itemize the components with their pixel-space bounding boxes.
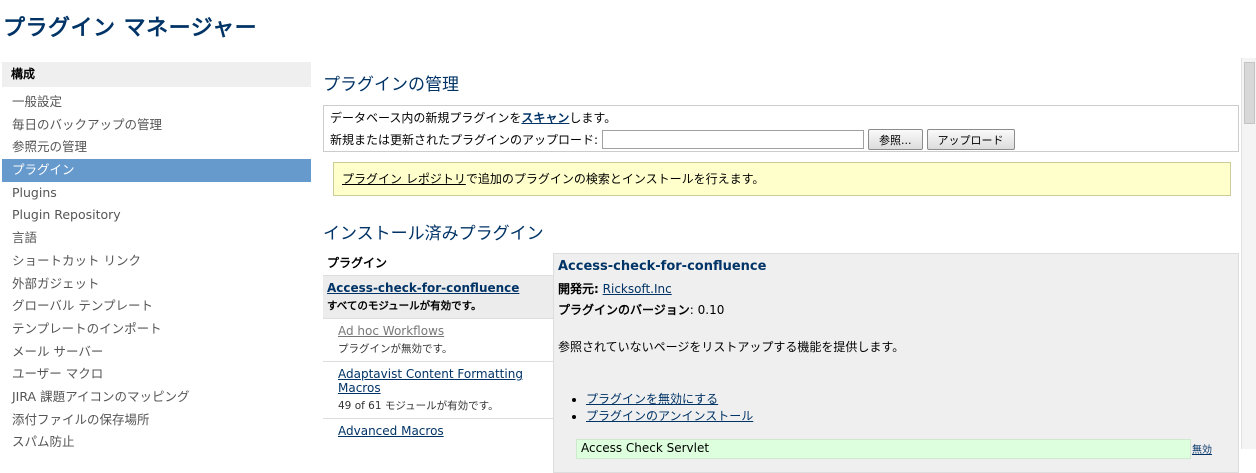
repository-notice-text: で追加のプラグインの検索とインストールを行えます。 <box>465 172 765 186</box>
sidebar-item-jira-icon-mapping[interactable]: JIRA 課題アイコンのマッピング <box>2 386 311 409</box>
disable-plugin-link[interactable]: プラグインを無効にする <box>586 392 718 406</box>
plugin-detail-panel: Access-check-for-confluence 開発元: Ricksof… <box>553 253 1239 473</box>
sidebar-item-plugins-jp[interactable]: プラグイン <box>2 159 311 182</box>
module-row: Access Check Servlet 無効 <box>576 439 1212 459</box>
sidebar-item-shortcut-links[interactable]: ショートカット リンク <box>2 250 311 273</box>
upload-label: 新規または更新されたプラグインのアップロード: <box>330 133 599 147</box>
detail-description: 参照されていないページをリストアップする機能を提供します。 <box>558 340 905 354</box>
uninstall-plugin-link[interactable]: プラグインのアンインストール <box>586 409 753 423</box>
upload-file-input[interactable] <box>602 130 865 149</box>
plugin-status: プラグインが無効です。 <box>338 343 453 355</box>
repository-notice: プラグイン レポジトリで追加のプラグインの検索とインストールを行えます。 <box>333 162 1231 196</box>
page-title: プラグイン マネージャー <box>3 16 258 41</box>
detail-version-row: プラグインのバージョン: 0.10 <box>558 301 1234 318</box>
detail-vendor-row: 開発元: Ricksoft.Inc <box>558 280 1234 297</box>
plugin-name-link[interactable]: Adaptavist Content Formatting Macros <box>338 367 523 395</box>
sidebar-list: 一般設定 毎日のバックアップの管理 参照元の管理 プラグイン Plugins P… <box>2 91 311 454</box>
browse-button[interactable]: 参照... <box>868 129 923 150</box>
version-label: プラグインのバージョン <box>558 303 690 317</box>
sidebar-item-attachment-storage[interactable]: 添付ファイルの保存場所 <box>2 409 311 432</box>
sidebar-item-plugins[interactable]: Plugins <box>2 182 311 205</box>
vendor-label: 開発元: <box>558 282 599 296</box>
manage-plugins-title: プラグインの管理 <box>323 75 459 95</box>
plugin-repository-link[interactable]: プラグイン レポジトリ <box>342 172 466 186</box>
sidebar-item-daily-backup[interactable]: 毎日のバックアップの管理 <box>2 114 311 137</box>
sidebar-item-plugin-repository[interactable]: Plugin Repository <box>2 204 311 227</box>
vertical-scrollbar[interactable] <box>1241 58 1256 449</box>
plugin-status: すべてのモジュールが有効です。 <box>327 300 482 312</box>
plugin-list: プラグイン Access-check-for-confluence すべてのモジ… <box>323 251 553 443</box>
plugin-status: 49 of 61 モジュールが有効です。 <box>338 400 499 412</box>
module-name: Access Check Servlet <box>581 441 710 455</box>
action-item: プラグインのアンインストール <box>586 408 1234 425</box>
scrollbar-thumb[interactable] <box>1244 62 1255 124</box>
version-value: : 0.10 <box>689 303 725 317</box>
action-item: プラグインを無効にする <box>586 391 1234 408</box>
sidebar-item-referrers[interactable]: 参照元の管理 <box>2 136 311 159</box>
plugin-name-link[interactable]: Access-check-for-confluence <box>327 281 519 295</box>
plugin-name-link[interactable]: Ad hoc Workflows <box>338 324 444 338</box>
sidebar-item-template-import[interactable]: テンプレートのインポート <box>2 318 311 341</box>
detail-actions: プラグインを無効にする プラグインのアンインストール <box>586 391 1234 425</box>
upload-button[interactable]: アップロード <box>926 129 1015 150</box>
sidebar-item-general[interactable]: 一般設定 <box>2 91 311 114</box>
plugin-list-item[interactable]: Adaptavist Content Formatting Macros 49 … <box>323 361 553 418</box>
plugin-list-item[interactable]: Ad hoc Workflows プラグインが無効です。 <box>323 318 553 361</box>
sidebar-item-user-macros[interactable]: ユーザー マクロ <box>2 363 311 386</box>
sidebar-item-languages[interactable]: 言語 <box>2 227 311 250</box>
sidebar-item-mail-server[interactable]: メール サーバー <box>2 341 311 364</box>
main-content: プラグインの管理 データベース内の新規プラグインをスキャンします。 新規または更… <box>323 62 1239 473</box>
plugin-list-header: プラグイン <box>327 256 388 270</box>
detail-plugin-name: Access-check-for-confluence <box>558 259 767 274</box>
sidebar-heading: 構成 <box>2 62 311 87</box>
plugin-list-item[interactable]: Access-check-for-confluence すべてのモジュールが有効… <box>323 275 553 318</box>
scan-prefix-text: データベース内の新規プラグインを <box>330 111 522 125</box>
plugin-list-item[interactable]: Advanced Macros <box>323 418 553 443</box>
sidebar: 構成 一般設定 毎日のバックアップの管理 参照元の管理 プラグイン Plugin… <box>2 62 311 454</box>
scan-line: データベース内の新規プラグインをスキャンします。 <box>330 109 1232 128</box>
scan-link[interactable]: スキャン <box>521 111 569 125</box>
installed-plugins-area: プラグイン Access-check-for-confluence すべてのモジ… <box>323 251 1239 473</box>
plugin-name-link[interactable]: Advanced Macros <box>338 424 444 438</box>
manage-plugins-box: データベース内の新規プラグインをスキャンします。 新規または更新されたプラグイン… <box>323 105 1239 152</box>
upload-line: 新規または更新されたプラグインのアップロード: 参照... アップロード <box>330 129 1232 150</box>
installed-plugins-title: インストール済みプラグイン <box>323 224 544 244</box>
vendor-link[interactable]: Ricksoft.Inc <box>603 282 672 296</box>
sidebar-item-spam-prevention[interactable]: スパム防止 <box>2 431 311 454</box>
sidebar-item-external-gadgets[interactable]: 外部ガジェット <box>2 273 311 296</box>
sidebar-item-global-templates[interactable]: グローバル テンプレート <box>2 295 311 318</box>
scan-suffix-text: します。 <box>569 111 617 125</box>
